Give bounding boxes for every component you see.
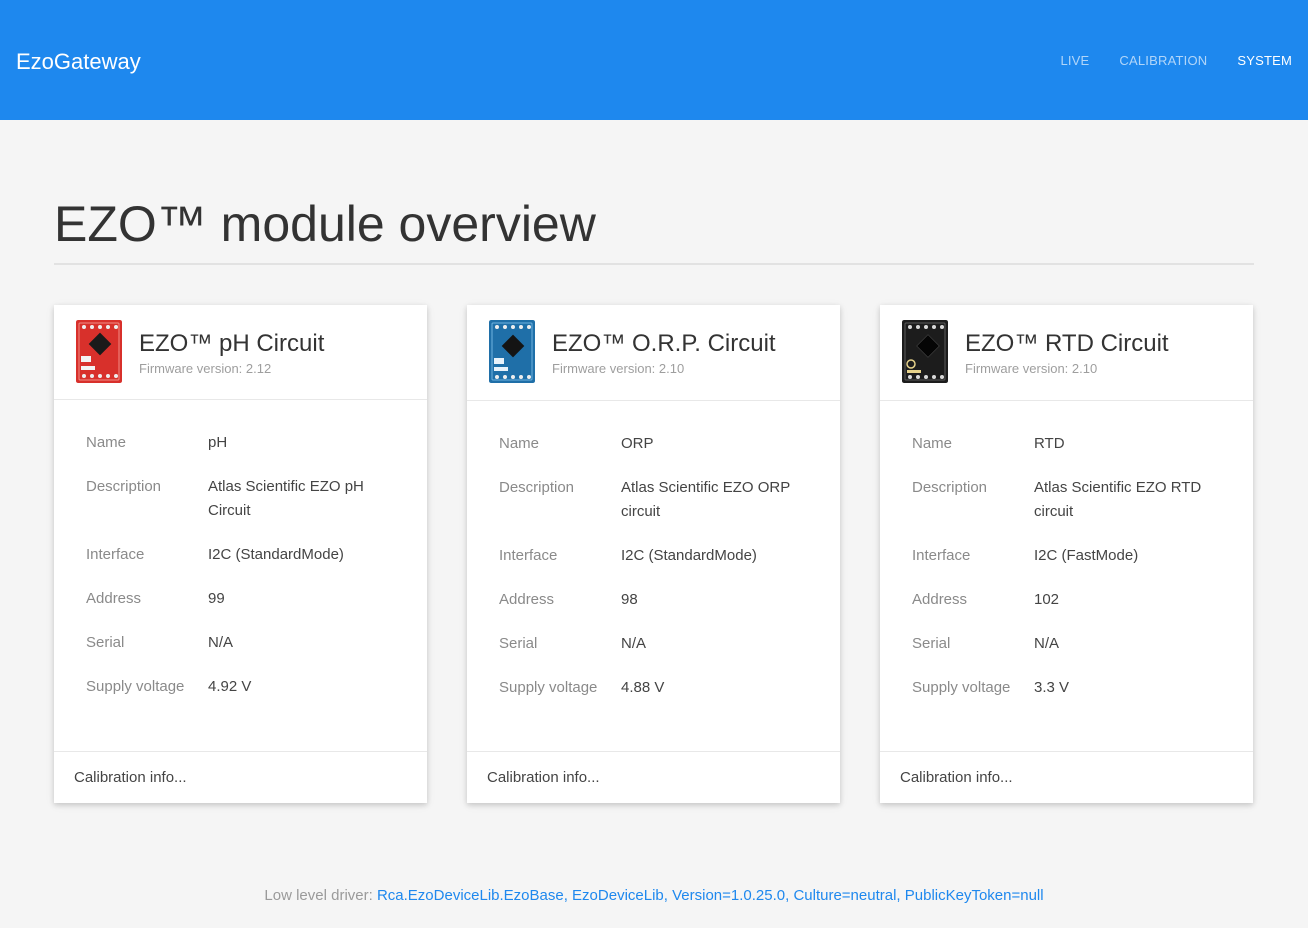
prop-value: I2C (StandardMode) [208, 546, 344, 563]
rtd-circuit-board-image [902, 320, 948, 383]
prop-value: pH [208, 434, 228, 451]
prop-label: Interface [912, 547, 971, 564]
prop-label: Interface [86, 546, 145, 563]
prop-value: Atlas Scientific EZO RTD circuit [1034, 479, 1202, 520]
prop-value: I2C (FastMode) [1034, 547, 1139, 564]
prop-value: I2C (StandardMode) [621, 547, 757, 564]
card-footer: Calibration info... [54, 751, 427, 803]
prop-value: N/A [1034, 635, 1060, 652]
calibration-info-link[interactable]: Calibration info... [900, 768, 1013, 788]
top-navbar: EzoGateway LIVE CALIBRATION SYSTEM [0, 0, 1308, 120]
prop-label: Serial [86, 634, 125, 651]
prop-label: Supply voltage [499, 679, 598, 696]
prop-value: 3.3 V [1034, 679, 1070, 696]
module-card-rtd: EZO™ RTD Circuit Firmware version: 2.10 … [880, 305, 1253, 803]
prop-row-description: Description Atlas Scientific EZO RTD cir… [912, 476, 1232, 524]
footer-label: Low level driver: [264, 887, 377, 904]
prop-row-interface: Interface I2C (StandardMode) [86, 543, 406, 567]
prop-label: Serial [499, 635, 538, 652]
prop-value: 4.88 V [621, 679, 665, 696]
nav-link-live[interactable]: LIVE [1060, 52, 1089, 70]
prop-label: Interface [499, 547, 558, 564]
prop-label: Name [912, 435, 953, 452]
card-header: EZO™ RTD Circuit Firmware version: 2.10 [880, 305, 1253, 401]
module-card-ph: EZO™ pH Circuit Firmware version: 2.12 N… [54, 305, 427, 803]
page-title: EZO™ module overview [54, 196, 596, 252]
card-title: EZO™ pH Circuit [139, 330, 325, 357]
prop-row-name: Name ORP [499, 432, 819, 456]
card-header: EZO™ O.R.P. Circuit Firmware version: 2.… [467, 305, 840, 401]
prop-row-description: Description Atlas Scientific EZO ORP cir… [499, 476, 819, 524]
prop-row-name: Name pH [86, 431, 406, 455]
prop-value: 4.92 V [208, 678, 252, 695]
card-title: EZO™ RTD Circuit [965, 330, 1169, 357]
prop-value: 98 [621, 591, 638, 608]
prop-row-address: Address 99 [86, 587, 406, 611]
prop-value: 102 [1034, 591, 1060, 608]
card-footer: Calibration info... [467, 751, 840, 803]
orp-circuit-board-image [489, 320, 535, 383]
prop-row-name: Name RTD [912, 432, 1232, 456]
prop-value: RTD [1034, 435, 1065, 452]
prop-label: Name [86, 434, 127, 451]
calibration-info-link[interactable]: Calibration info... [487, 768, 600, 788]
prop-row-address: Address 102 [912, 588, 1232, 612]
prop-label: Name [499, 435, 540, 452]
prop-value: N/A [621, 635, 647, 652]
ph-circuit-board-image [76, 320, 122, 383]
prop-label: Serial [912, 635, 951, 652]
prop-value: ORP [621, 435, 654, 452]
prop-row-interface: Interface I2C (StandardMode) [499, 544, 819, 568]
firmware-version: Firmware version: 2.12 [139, 361, 272, 376]
prop-row-supply-voltage: Supply voltage 4.92 V [86, 675, 406, 699]
brand-link[interactable]: EzoGateway [16, 48, 141, 76]
card-footer: Calibration info... [880, 751, 1253, 803]
property-list: Name RTD Description Atlas Scientific EZ… [912, 432, 1232, 720]
nav-link-calibration[interactable]: CALIBRATION [1119, 52, 1207, 70]
prop-row-address: Address 98 [499, 588, 819, 612]
prop-row-serial: Serial N/A [86, 631, 406, 655]
prop-value: N/A [208, 634, 234, 651]
prop-label: Description [499, 479, 575, 496]
prop-label: Address [499, 591, 555, 608]
module-card-orp: EZO™ O.R.P. Circuit Firmware version: 2.… [467, 305, 840, 803]
firmware-version: Firmware version: 2.10 [552, 361, 685, 376]
title-divider [54, 263, 1254, 265]
driver-info-link[interactable]: Rca.EzoDeviceLib.EzoBase, EzoDeviceLib, … [377, 887, 1044, 904]
prop-row-description: Description Atlas Scientific EZO pH Circ… [86, 475, 406, 523]
prop-row-supply-voltage: Supply voltage 3.3 V [912, 676, 1232, 700]
prop-row-interface: Interface I2C (FastMode) [912, 544, 1232, 568]
prop-label: Description [912, 479, 988, 496]
prop-label: Supply voltage [912, 679, 1011, 696]
property-list: Name pH Description Atlas Scientific EZO… [86, 431, 406, 719]
prop-row-supply-voltage: Supply voltage 4.88 V [499, 676, 819, 700]
prop-label: Supply voltage [86, 678, 185, 695]
card-title: EZO™ O.R.P. Circuit [552, 330, 776, 357]
prop-row-serial: Serial N/A [499, 632, 819, 656]
prop-label: Address [86, 590, 142, 607]
card-header: EZO™ pH Circuit Firmware version: 2.12 [54, 305, 427, 400]
prop-row-serial: Serial N/A [912, 632, 1232, 656]
prop-value: 99 [208, 590, 225, 607]
nav-menu: LIVE CALIBRATION SYSTEM [1030, 52, 1292, 70]
prop-label: Address [912, 591, 968, 608]
property-list: Name ORP Description Atlas Scientific EZ… [499, 432, 819, 720]
prop-label: Description [86, 478, 162, 495]
page-footer: Low level driver: Rca.EzoDeviceLib.EzoBa… [0, 886, 1308, 906]
prop-value: Atlas Scientific EZO ORP circuit [621, 479, 790, 520]
firmware-version: Firmware version: 2.10 [965, 361, 1098, 376]
calibration-info-link[interactable]: Calibration info... [74, 768, 187, 788]
prop-value: Atlas Scientific EZO pH Circuit [208, 478, 364, 519]
nav-link-system[interactable]: SYSTEM [1237, 52, 1292, 70]
